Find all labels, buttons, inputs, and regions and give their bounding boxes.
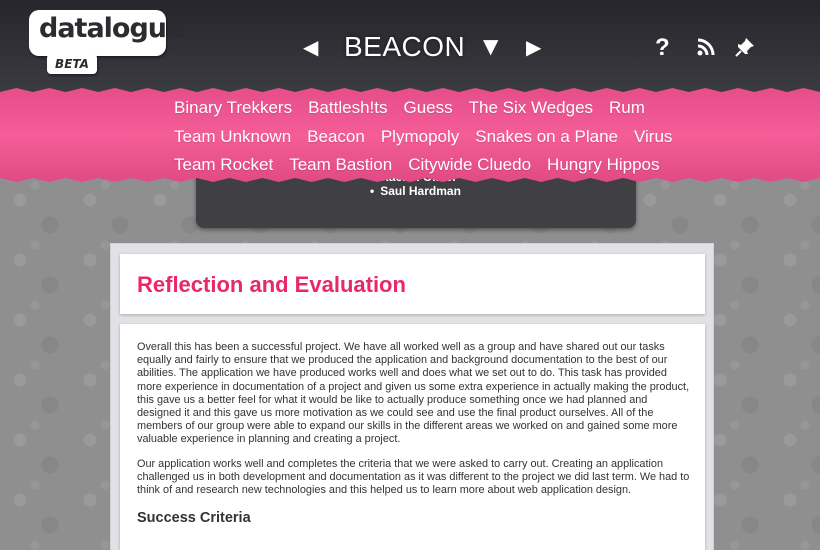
body-paragraph: Our application works well and completes… [137, 458, 690, 497]
project-dropdown-button[interactable]: ▼ [483, 36, 498, 56]
body-paragraph: Overall this has been a successful proje… [137, 341, 690, 446]
project-title: BEACON [344, 31, 466, 62]
page-title: Reflection and Evaluation [137, 272, 406, 297]
rss-icon[interactable] [697, 38, 715, 56]
body-card: Overall this has been a successful proje… [120, 324, 705, 550]
nav-row: Team Rocket Team Bastion Citywide Cluedo… [174, 151, 674, 180]
nav-link-battleshits[interactable]: Battlesh!ts [308, 98, 387, 118]
nav-row: Team Unknown Beacon Plymopoly Snakes on … [174, 123, 674, 152]
nav-link-virus[interactable]: Virus [634, 127, 672, 147]
pin-icon[interactable] [735, 37, 755, 57]
datalogue-logo[interactable]: datalogue [29, 10, 184, 63]
nav-link-plymopoly[interactable]: Plymopoly [381, 127, 459, 147]
nav-link-citywide-cluedo[interactable]: Citywide Cluedo [408, 155, 531, 175]
nav-link-guess[interactable]: Guess [403, 98, 452, 118]
nav-link-the-six-wedges[interactable]: The Six Wedges [469, 98, 593, 118]
nav-link-rum[interactable]: Rum [609, 98, 645, 118]
nav-row: Binary Trekkers Battlesh!ts Guess The Si… [174, 94, 674, 123]
previous-project-button[interactable]: ◀ [303, 37, 318, 57]
logo-text: datalogue [39, 13, 184, 44]
nav-link-hungry-hippos[interactable]: Hungry Hippos [547, 155, 659, 175]
nav-link-binary-trekkers[interactable]: Binary Trekkers [174, 98, 292, 118]
member-item: Saul Hardman [370, 184, 461, 198]
heading-card: Reflection and Evaluation [120, 254, 705, 314]
nav-link-snakes-on-a-plane[interactable]: Snakes on a Plane [475, 127, 618, 147]
nav-link-beacon[interactable]: Beacon [307, 127, 365, 147]
top-header: datalogue BETA ◀ BEACON ▼ ▶ ? [0, 0, 820, 92]
help-icon[interactable]: ? [655, 34, 670, 62]
beta-badge: BETA [47, 54, 97, 74]
nav-link-team-unknown[interactable]: Team Unknown [174, 127, 291, 147]
nav-link-team-bastion[interactable]: Team Bastion [289, 155, 392, 175]
section-subheading: Success Criteria [137, 510, 251, 526]
project-nav: Binary Trekkers Battlesh!ts Guess The Si… [174, 94, 674, 180]
next-project-button[interactable]: ▶ [526, 37, 541, 57]
nav-link-team-rocket[interactable]: Team Rocket [174, 155, 273, 175]
